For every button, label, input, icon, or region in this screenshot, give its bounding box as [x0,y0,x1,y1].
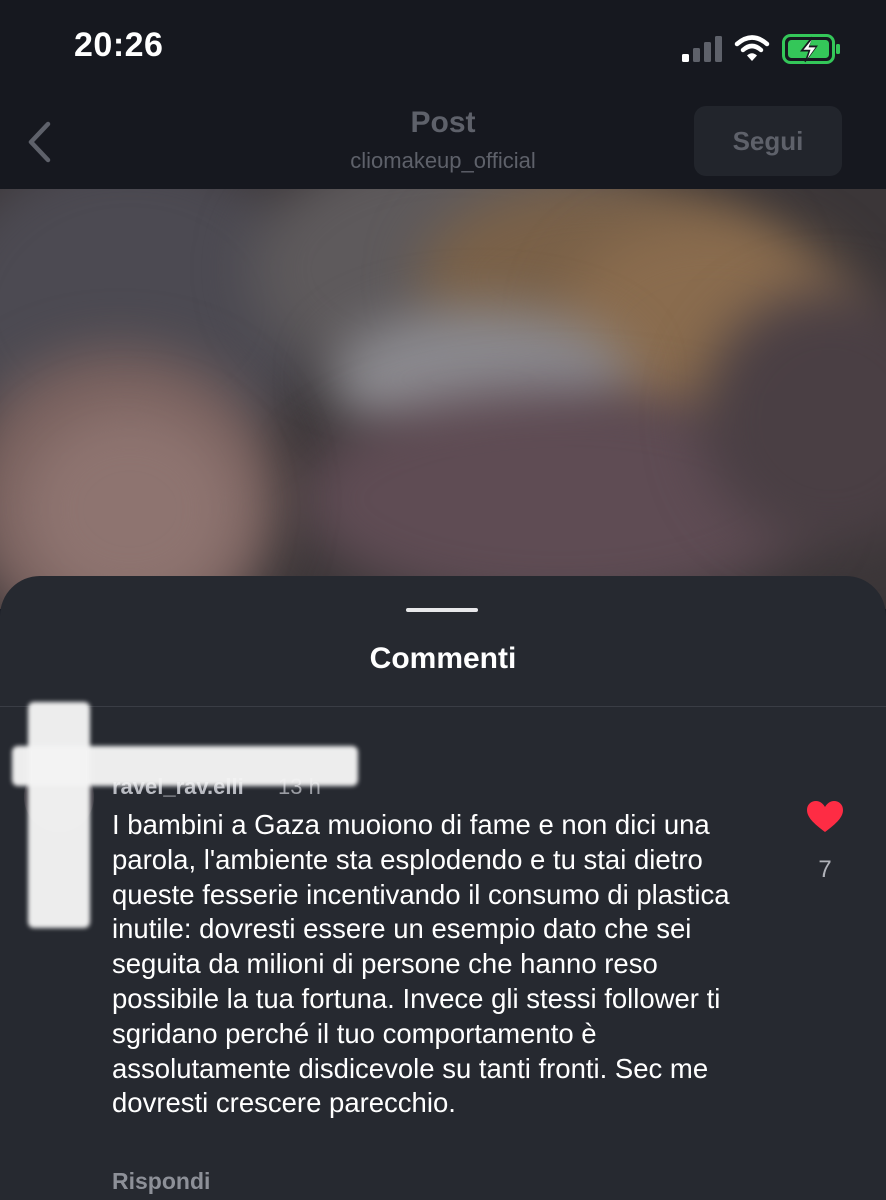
nav-header: Post cliomakeup_official Segui [0,100,886,189]
like-count: 7 [818,856,832,883]
heart-icon[interactable] [807,801,843,833]
screen: 20:26 Post cliomakeup_official Segui Com… [0,0,886,1200]
comments-title: Commenti [369,642,517,675]
redaction-mark [28,702,90,928]
status-bar: 20:26 [0,0,886,100]
divider [0,706,886,707]
follow-button[interactable]: Segui [694,106,842,176]
battery-charging-icon [782,34,840,64]
sheet-drag-handle[interactable] [406,608,478,612]
status-time: 20:26 [74,26,164,64]
signal-icon [682,36,722,62]
comments-sheet: Commenti ravel_rav.elli 13 h I bambini a… [0,576,886,1200]
wifi-icon [734,35,770,61]
post-image[interactable] [0,189,886,609]
reply-button[interactable]: Rispondi [112,1168,210,1195]
comment-text: I bambini a Gaza muoiono di fame e non d… [112,809,730,1119]
